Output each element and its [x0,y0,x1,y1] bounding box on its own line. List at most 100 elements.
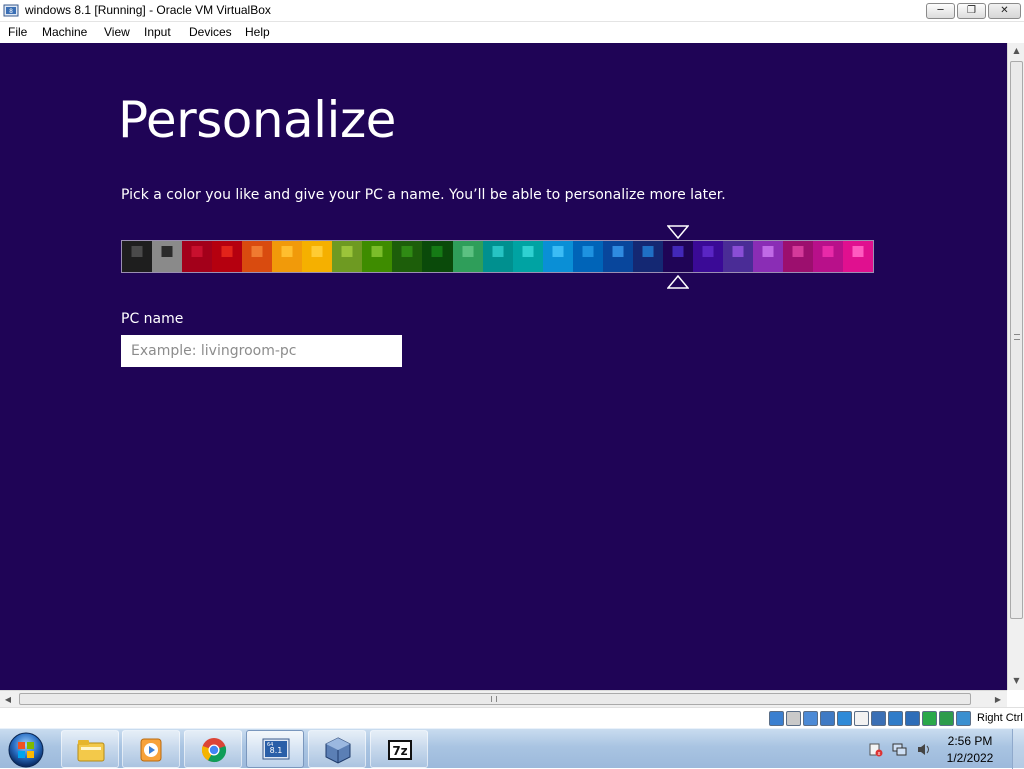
scroll-down-icon[interactable]: ▼ [1008,673,1024,689]
color-swatch[interactable] [813,241,844,272]
virtualbox-icon [325,737,351,764]
scroll-up-icon[interactable]: ▲ [1008,43,1024,59]
menu-help[interactable]: Help [245,25,270,39]
network-icon[interactable] [820,711,835,726]
color-chip [131,246,143,257]
virtualbox-app-icon: 8 [3,4,19,17]
close-button[interactable]: ✕ [988,3,1021,19]
scroll-right-icon[interactable]: ▶ [990,691,1006,708]
taskbar-vm-button[interactable]: 8.1 64 [246,730,304,768]
color-swatch[interactable] [272,241,303,272]
menu-view[interactable]: View [104,25,130,39]
color-swatch[interactable] [152,241,183,272]
taskbar-explorer-button[interactable] [61,730,119,768]
color-chip [552,246,564,257]
clock-time[interactable]: 2:56 PM [940,734,1000,748]
network-icon[interactable] [892,742,907,757]
color-swatch[interactable] [392,241,423,272]
color-swatch[interactable] [512,241,543,272]
color-swatch[interactable] [452,241,483,272]
vt-x-icon[interactable] [922,711,937,726]
color-chip [522,246,534,257]
color-swatch[interactable] [572,241,603,272]
horizontal-scrollbar[interactable]: ◀ ▶ [0,690,1007,707]
color-swatch[interactable] [722,241,753,272]
color-swatch[interactable] [122,241,153,272]
color-swatch[interactable] [602,241,633,272]
show-desktop-button[interactable] [1012,729,1024,769]
color-chip [161,246,173,257]
color-swatch[interactable] [542,241,573,272]
display-icon[interactable] [871,711,886,726]
color-swatch[interactable] [302,241,333,272]
7zip-label: 7z [392,744,407,758]
hard-disk-icon[interactable] [769,711,784,726]
host-key-label[interactable]: Right Ctrl [977,712,1023,724]
shared-folders-icon[interactable] [854,711,869,726]
color-swatch[interactable] [212,241,243,272]
pc-name-label: PC name [121,311,184,327]
taskbar-virtualbox-button[interactable] [308,730,366,768]
page-title: Personalize [118,91,396,149]
taskbar: 8.1 64 7z x 2:56 PM 1/2/2022 [0,728,1024,769]
keyboard-icon[interactable] [956,711,971,726]
color-swatch[interactable] [362,241,393,272]
taskbar-media-player-button[interactable] [122,730,180,768]
color-chip [582,246,594,257]
video-capture-icon[interactable] [888,711,903,726]
color-swatch[interactable] [332,241,363,272]
svg-text:8: 8 [9,8,13,15]
color-swatch[interactable] [182,241,213,272]
close-icon: ✕ [1000,5,1009,16]
vm-statusbar: Right Ctrl [0,707,1024,728]
color-chip [221,246,233,257]
vertical-scroll-thumb[interactable] [1010,61,1023,619]
color-chip [762,246,774,257]
audio-icon[interactable] [803,711,818,726]
7zip-icon: 7z [388,740,412,760]
volume-icon[interactable] [916,742,931,757]
usb-icon[interactable] [837,711,852,726]
color-swatch[interactable] [783,241,814,272]
color-chip [341,246,353,257]
taskbar-chrome-button[interactable] [184,730,242,768]
guest-screen[interactable]: Personalize Pick a color you like and gi… [0,43,1007,690]
action-center-icon[interactable]: x [868,742,883,757]
color-swatch[interactable] [662,241,693,272]
color-palette[interactable] [121,240,874,273]
vm-badge-top: 64 [267,742,273,748]
file-explorer-icon [77,740,105,762]
clock-date[interactable]: 1/2/2022 [940,751,1000,765]
pc-name-input[interactable] [121,335,402,367]
color-swatch[interactable] [632,241,663,272]
color-swatch[interactable] [242,241,273,272]
color-swatch[interactable] [692,241,723,272]
scroll-left-icon[interactable]: ◀ [0,691,16,708]
color-swatch[interactable] [422,241,453,272]
chrome-icon [201,738,227,763]
menu-input[interactable]: Input [144,25,171,39]
mouse-integration-icon[interactable] [939,711,954,726]
minimize-button[interactable]: ─ [926,3,955,19]
restore-button[interactable]: ❐ [957,3,986,19]
horizontal-scroll-thumb[interactable] [19,693,971,705]
optical-drive-icon[interactable] [786,711,801,726]
color-swatch[interactable] [482,241,513,272]
screen-icon[interactable] [905,711,920,726]
menu-file[interactable]: File [8,25,27,39]
taskbar-7zip-button[interactable]: 7z [370,730,428,768]
grip-icon [491,696,497,702]
windows-start-orb-icon[interactable] [6,731,46,769]
windows-8.1-vm-icon: 8.1 64 [262,738,290,760]
menu-devices[interactable]: Devices [189,25,232,39]
color-swatch[interactable] [752,241,784,272]
color-chip [642,246,654,257]
color-selector-bottom-icon [667,275,689,289]
color-swatch[interactable] [843,241,874,272]
restore-icon: ❐ [967,5,976,16]
grip-icon [1014,334,1020,340]
page-subtitle: Pick a color you like and give your PC a… [121,187,726,203]
vertical-scrollbar[interactable]: ▲ ▼ [1007,43,1024,690]
menu-machine[interactable]: Machine [42,25,87,39]
svg-text:x: x [878,751,881,757]
